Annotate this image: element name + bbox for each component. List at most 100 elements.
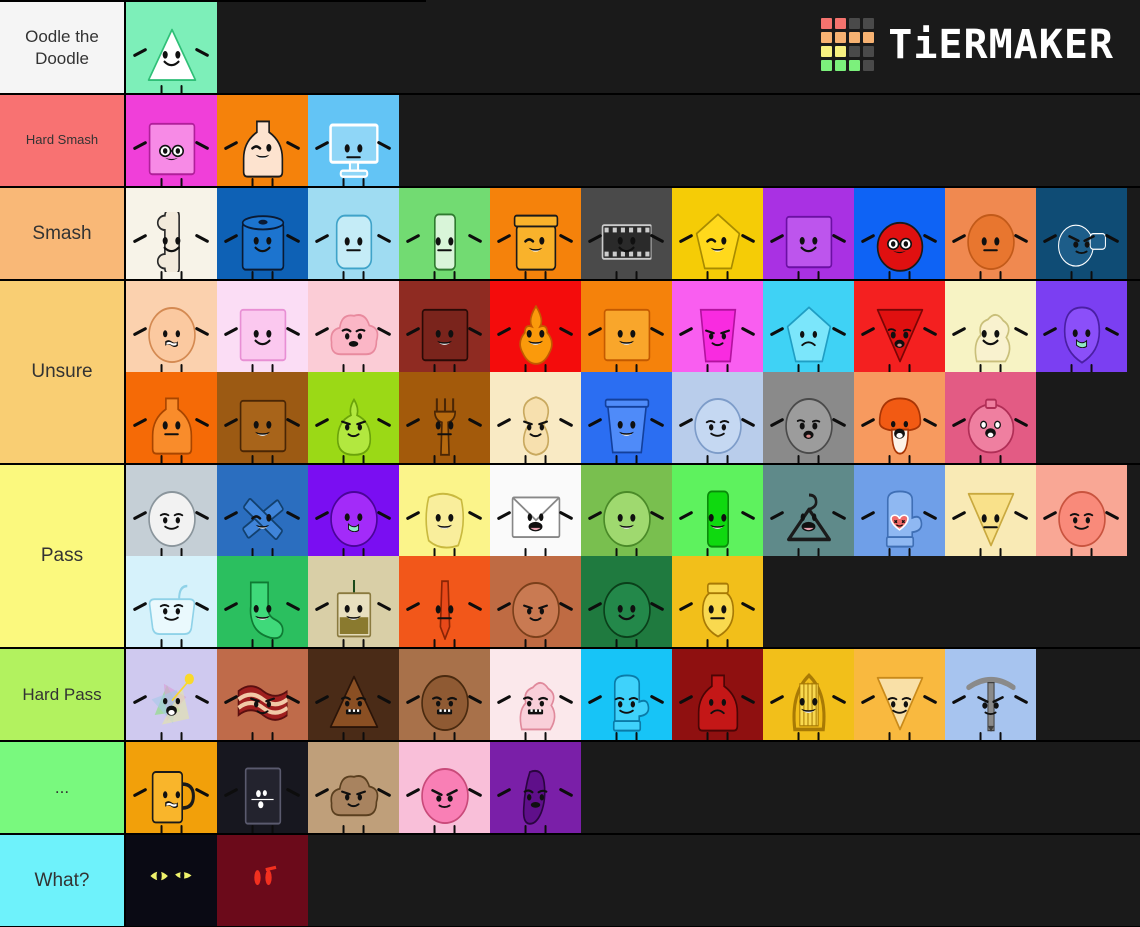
- tier-item-red-glow-eyes[interactable]: [217, 835, 308, 926]
- tier-item-golden-harp[interactable]: [763, 649, 854, 740]
- tier-item-bone[interactable]: [126, 188, 217, 279]
- tier-items-container[interactable]: [126, 649, 1140, 740]
- tier-item-oodle-triangle[interactable]: [126, 2, 217, 93]
- character-limb: [979, 270, 982, 279]
- tier-items-container[interactable]: [126, 465, 1140, 647]
- tier-item-hanger[interactable]: [763, 465, 854, 556]
- tier-label-pass[interactable]: Pass: [0, 465, 126, 647]
- tier-label-what[interactable]: What?: [0, 835, 126, 926]
- tier-item-dark-red-paper[interactable]: [399, 281, 490, 372]
- tier-item-muffin-top[interactable]: [308, 742, 399, 833]
- tier-item-bathtub[interactable]: [126, 556, 217, 647]
- tier-item-red-blue-glasses[interactable]: [854, 188, 945, 279]
- tier-item-peach[interactable]: [126, 281, 217, 372]
- tier-item-yarn-ball-brown[interactable]: [490, 556, 581, 647]
- tier-item-yellow-chip[interactable]: [945, 465, 1036, 556]
- tier-item-pink-nerd-cup[interactable]: [126, 95, 217, 186]
- character-face: [429, 328, 461, 348]
- tier-item-blue-bucket[interactable]: [581, 372, 672, 463]
- tier-item-glue-bottle[interactable]: [217, 95, 308, 186]
- tier-item-party-hat-confetti[interactable]: [126, 649, 217, 740]
- tier-item-pink-whipped[interactable]: [490, 649, 581, 740]
- tier-item-orange-cone-bottle[interactable]: [126, 372, 217, 463]
- tier-item-image: [1036, 188, 1127, 279]
- tier-items-container[interactable]: [126, 188, 1140, 279]
- tier-item-whipped-cream[interactable]: [945, 281, 1036, 372]
- tier-items-container[interactable]: [126, 2, 1140, 93]
- tier-item-navy-tool[interactable]: [1036, 188, 1127, 279]
- tier-item-magenta-cup[interactable]: [672, 281, 763, 372]
- tier-item-green-crayon[interactable]: [672, 465, 763, 556]
- character-limb: [999, 363, 1002, 372]
- tier-label-smash[interactable]: Smash: [0, 188, 126, 279]
- character-body: [314, 673, 393, 740]
- character-face: [611, 512, 643, 532]
- tier-item-peanut[interactable]: [490, 372, 581, 463]
- tier-item-brown-fork[interactable]: [399, 372, 490, 463]
- tier-item-purple-balloon[interactable]: [1036, 281, 1127, 372]
- character-body: [223, 489, 302, 556]
- tier-item-blue-mitten[interactable]: [854, 465, 945, 556]
- tier-item-orange-card[interactable]: [581, 281, 672, 372]
- tier-item-chocolate-cone[interactable]: [308, 649, 399, 740]
- tier-item-ketchup-bottle[interactable]: [672, 649, 763, 740]
- tier-items-container[interactable]: [126, 835, 1140, 926]
- tier-item-tea-bag[interactable]: [308, 556, 399, 647]
- tier-item-orange-pen[interactable]: [399, 556, 490, 647]
- tier-items-container[interactable]: [126, 742, 1140, 833]
- tier-item-purple-block[interactable]: [763, 188, 854, 279]
- tier-item-envelope[interactable]: [490, 465, 581, 556]
- tier-item-gold-gem-phone[interactable]: [672, 188, 763, 279]
- character-body: [223, 673, 302, 740]
- tier-item-blue-glove[interactable]: [581, 649, 672, 740]
- tier-item-cardboard-box[interactable]: [217, 372, 308, 463]
- tier-item-ice-cube[interactable]: [308, 188, 399, 279]
- tier-item-nacho-chip[interactable]: [854, 649, 945, 740]
- tier-item-green-sock[interactable]: [217, 556, 308, 647]
- tier-item-tv-monitor[interactable]: [308, 95, 399, 186]
- tier-item-dark-cat-eyes[interactable]: [126, 835, 217, 926]
- tier-item-orange-mug[interactable]: [126, 742, 217, 833]
- tier-item-white-ball[interactable]: [126, 465, 217, 556]
- tier-item-yellow-cloth[interactable]: [399, 465, 490, 556]
- tier-item-purple-figure[interactable]: [490, 742, 581, 833]
- tier-label-oodle-the-doodle[interactable]: Oodle the Doodle: [0, 2, 126, 93]
- tier-item-cotton-candy[interactable]: [308, 281, 399, 372]
- tier-item-film-strip[interactable]: [581, 188, 672, 279]
- tier-label-unsure[interactable]: Unsure: [0, 281, 126, 463]
- tier-item-pink-ball[interactable]: [1036, 465, 1127, 556]
- tier-item-cookie-ball[interactable]: [399, 649, 490, 740]
- tier-items-container[interactable]: [126, 281, 1140, 463]
- tier-item-mushroom[interactable]: [854, 372, 945, 463]
- tier-item-blue-pinwheel[interactable]: [217, 465, 308, 556]
- tier-item-gray-ball[interactable]: [763, 372, 854, 463]
- tier-item-green-pear[interactable]: [308, 372, 399, 463]
- tier-item-blue-barrel[interactable]: [217, 188, 308, 279]
- tier-item-light-blue-plate[interactable]: [672, 372, 763, 463]
- character-body: [405, 579, 484, 647]
- tier-item-pink-marshmallow[interactable]: [217, 281, 308, 372]
- tier-item-yellow-bulb[interactable]: [672, 556, 763, 647]
- tier-item-yarn-ball-green[interactable]: [581, 556, 672, 647]
- tier-item-pink-blob-angry[interactable]: [399, 742, 490, 833]
- tier-item-purple-orb[interactable]: [308, 465, 399, 556]
- character-body: [132, 26, 211, 93]
- tier-item-pink-perfume[interactable]: [945, 372, 1036, 463]
- tier-item-leek-scallion[interactable]: [399, 188, 490, 279]
- tier-label-hard-pass[interactable]: Hard Pass: [0, 649, 126, 740]
- character-limb: [377, 601, 393, 612]
- tier-item-cyan-gem[interactable]: [763, 281, 854, 372]
- tier-item-flame[interactable]: [490, 281, 581, 372]
- tier-item-domino[interactable]: [217, 742, 308, 833]
- tier-item-green-swirl[interactable]: [581, 465, 672, 556]
- tier-item-red-triangle[interactable]: [854, 281, 945, 372]
- tier-label-hard-smash[interactable]: Hard Smash: [0, 95, 126, 186]
- tier-item-orange-circle[interactable]: [945, 188, 1036, 279]
- tier-item-honey-jar[interactable]: [490, 188, 581, 279]
- tier-item-pickaxe[interactable]: [945, 649, 1036, 740]
- character-body: [405, 673, 484, 740]
- tier-item-bacon[interactable]: [217, 649, 308, 740]
- tier-items-container[interactable]: [126, 95, 1140, 186]
- character-limb: [160, 547, 163, 556]
- tier-label-ellipsis[interactable]: ...: [0, 742, 126, 833]
